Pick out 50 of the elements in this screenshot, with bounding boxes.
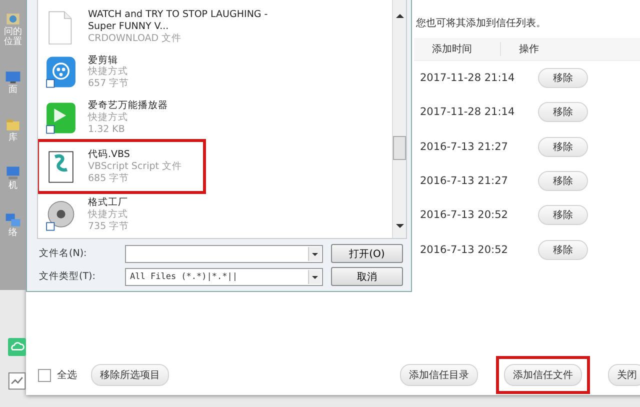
file-item[interactable]: 爱剪辑 快捷方式 657 字节 <box>38 50 152 96</box>
cancel-button[interactable]: 取消 <box>331 267 403 286</box>
file-item[interactable]: 爱奇艺万能播放器 快捷方式 1.32 KB <box>38 95 190 141</box>
file-name: WATCH and TRY TO STOP LAUGHING - Super FUNNY V... <box>88 8 269 33</box>
footer-button[interactable]: 关闭 <box>608 364 640 386</box>
filetype-label: 文件类型(T): <box>39 270 96 283</box>
remove-button[interactable]: 移除 <box>538 102 588 122</box>
time-cell-text: 2016-7-13 20:52 <box>419 244 509 256</box>
filename-label: 文件名(N): <box>39 247 88 260</box>
remove-button[interactable]: 移除 <box>538 68 588 88</box>
network-icon <box>4 211 22 230</box>
computer-icon <box>4 164 22 182</box>
file-size: 685 字节 <box>88 172 130 184</box>
notice-text: 您也可将其添加到信任列表。 <box>415 16 547 31</box>
scroll-thumb[interactable] <box>393 136 406 160</box>
remove-selected-button[interactable]: 移除所选项目 <box>91 364 169 386</box>
file-size: 657 字节 <box>88 78 130 90</box>
footer-button[interactable]: 添加信任目录 <box>400 364 478 386</box>
file-type: 快捷方式 <box>88 66 129 78</box>
remove-button[interactable]: 移除 <box>538 171 588 192</box>
file-item[interactable]: 代码.VBS VBScript Script 文件 685 字节 <box>38 140 204 192</box>
column-header: 操作 <box>518 43 540 56</box>
remove-button[interactable]: 移除 <box>538 240 588 260</box>
scrollbar[interactable] <box>392 0 406 238</box>
file-name: 格式工厂 <box>88 197 129 209</box>
select-all-checkbox[interactable] <box>38 368 51 382</box>
file-size: 735 字节 <box>88 221 130 233</box>
file-type: VBScript Script 文件 <box>88 160 182 173</box>
filetype-dropdown[interactable]: All Files (*.*)|*.*|| <box>125 268 323 286</box>
file-size: 1.32 KB <box>88 124 126 136</box>
file-type: 快捷方式 <box>88 112 129 124</box>
time-cell-text: 2017-11-28 21:14 <box>419 72 516 84</box>
file-type: CRDOWNLOAD 文件 <box>88 32 183 45</box>
time-cell-text: 2017-11-28 21:14 <box>419 106 516 118</box>
file-name: 爱剪辑 <box>88 54 119 66</box>
open-button[interactable]: 打开(O) <box>331 244 403 263</box>
remove-button[interactable]: 移除 <box>538 205 588 226</box>
time-cell-text: 2016-7-13 20:52 <box>419 209 509 222</box>
time-cell-text: 2016-7-13 21:27 <box>419 175 509 188</box>
file-item[interactable]: 格式工厂 快捷方式 735 字节 <box>38 192 152 238</box>
column-header: 添加时间 <box>414 42 501 56</box>
select-all-label: 全选 <box>57 368 77 382</box>
remove-button[interactable]: 移除 <box>538 136 588 157</box>
file-type: 快捷方式 <box>88 209 129 221</box>
file-name: 代码.VBS <box>88 148 131 161</box>
file-item[interactable]: WATCH and TRY TO STOP LAUGHING - Super FUNNY V... CRDOWNLOAD 文件 <box>38 4 320 50</box>
footer-button[interactable]: 添加信任文件 <box>504 364 582 386</box>
filename-field[interactable] <box>125 244 323 262</box>
time-cell-text: 2016-7-13 21:27 <box>419 140 509 153</box>
file-name: 爱奇艺万能播放器 <box>88 100 168 112</box>
